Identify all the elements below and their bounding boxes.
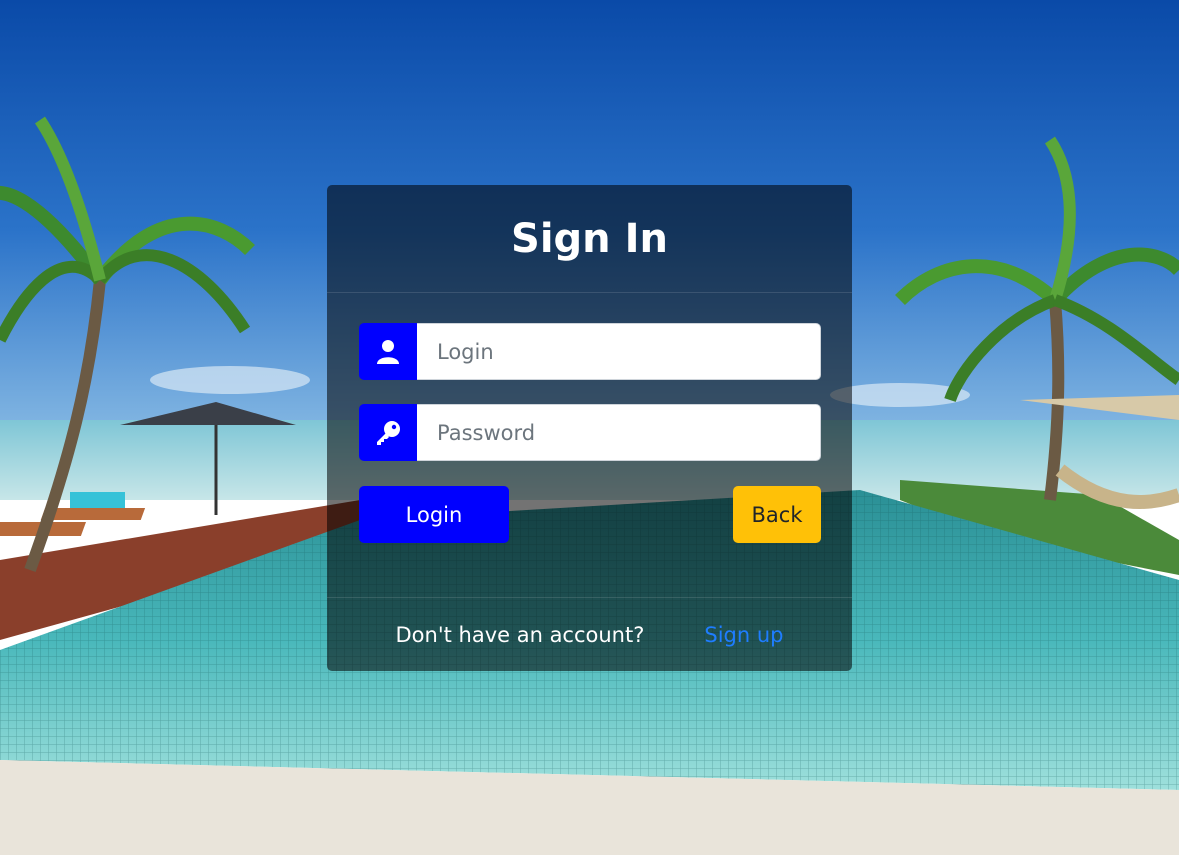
no-account-text: Don't have an account? [395, 623, 645, 647]
password-input-group [359, 404, 821, 461]
key-icon [359, 404, 417, 461]
back-button[interactable]: Back [733, 486, 821, 543]
card-header: Sign In [327, 185, 852, 293]
login-button[interactable]: Login [359, 486, 509, 543]
card-body: Login Back [327, 293, 852, 597]
password-input[interactable] [417, 404, 821, 461]
sign-in-card: Sign In Login Back [327, 185, 852, 671]
login-input-group [359, 323, 821, 380]
card-footer: Don't have an account? Sign up [327, 597, 852, 672]
login-input[interactable] [417, 323, 821, 380]
user-icon [359, 323, 417, 380]
sign-up-link[interactable]: Sign up [704, 623, 783, 647]
page-title: Sign In [511, 215, 668, 262]
